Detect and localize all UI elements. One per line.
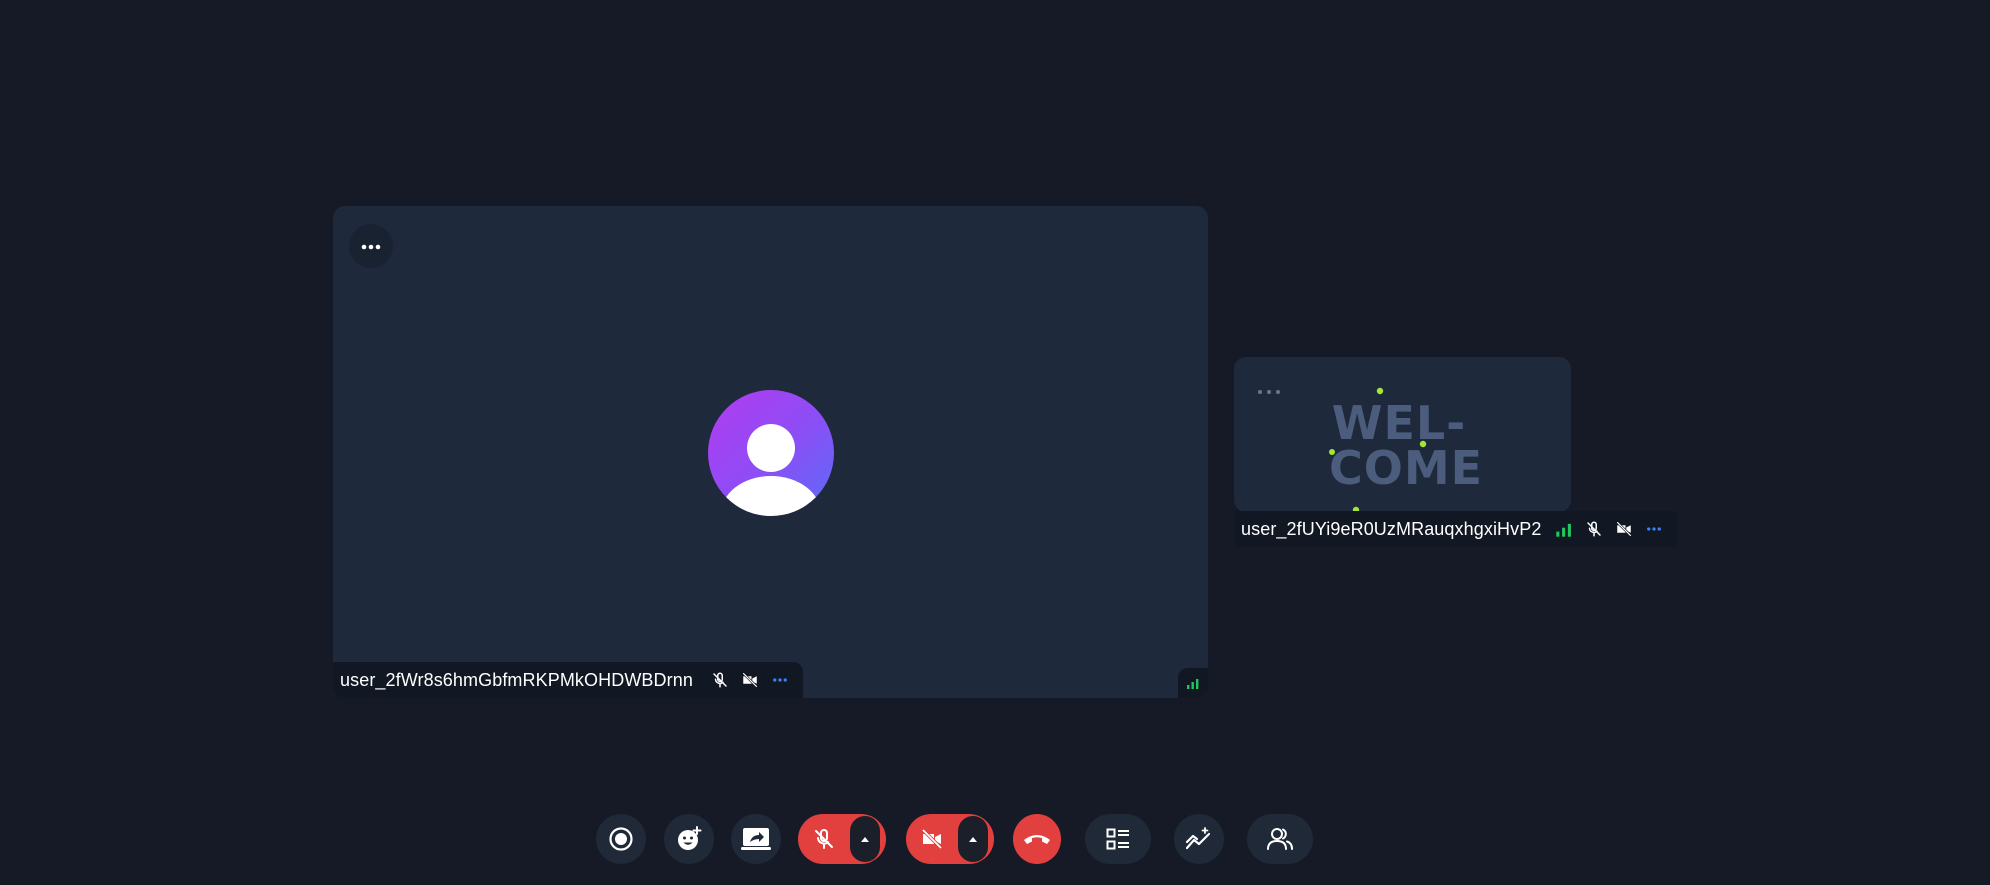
participant-name-bar: user_2fWr8s6hmGbfmRKPMkOHDWBDrnn (333, 662, 803, 698)
microphone-toggle-button[interactable] (798, 814, 850, 864)
caret-up-icon (861, 837, 869, 842)
camera-options-button[interactable] (958, 816, 988, 862)
camera-toggle-button[interactable] (906, 814, 958, 864)
microphone-options-button[interactable] (850, 816, 880, 862)
participant-tile-side[interactable]: WEL- COME (1234, 357, 1571, 512)
confetti-dots (1329, 387, 1427, 512)
participant-more-icon[interactable] (1645, 520, 1663, 538)
phone-hangup-icon (1024, 835, 1050, 844)
participant-name-side: user_2fUYi9eR0UzMRauqxhgxiHvP2 (1241, 518, 1542, 539)
call-stage: user_2fWr8s6hmGbfmRKPMkOHDWBDrnn WEL- CO… (0, 0, 1990, 885)
emoji-add-icon (678, 826, 702, 850)
screen-share-button[interactable] (731, 814, 781, 864)
caret-up-icon (969, 837, 977, 842)
reactions-button[interactable] (664, 814, 714, 864)
signal-icon (1187, 679, 1199, 689)
record-icon (609, 827, 633, 851)
participant-name-bar-side: user_2fUYi9eR0UzMRauqxhgxiHvP2 (1234, 511, 1678, 547)
layout-button[interactable] (1085, 814, 1151, 864)
participant-more-icon[interactable] (771, 671, 789, 689)
more-horizontal-icon[interactable] (1258, 389, 1280, 395)
participant-tile-main[interactable]: user_2fWr8s6hmGbfmRKPMkOHDWBDrnn (333, 206, 1208, 698)
microphone-control (798, 814, 886, 864)
participant-name: user_2fWr8s6hmGbfmRKPMkOHDWBDrnn (340, 669, 693, 690)
mic-off-icon (711, 671, 729, 689)
mic-off-icon (815, 829, 833, 849)
screen-share-icon (741, 828, 771, 850)
mic-off-icon (1585, 520, 1603, 538)
user-icon (721, 424, 821, 516)
welcome-graphic: WEL- COME (1329, 387, 1482, 512)
users-icon (1267, 828, 1293, 850)
video-off-icon (1615, 520, 1633, 538)
leave-call-button[interactable] (1013, 814, 1061, 864)
video-off-icon (741, 671, 759, 689)
signal-icon (1555, 520, 1573, 538)
participants-button[interactable] (1247, 814, 1313, 864)
record-button[interactable] (596, 814, 646, 864)
participant-avatar (708, 390, 834, 516)
more-options-button[interactable] (349, 224, 393, 268)
camera-control (906, 814, 994, 864)
more-horizontal-icon (361, 237, 381, 255)
connection-quality-indicator (1178, 668, 1208, 698)
video-off-icon (921, 828, 943, 850)
chart-sparkle-icon (1185, 827, 1211, 850)
layout-list-icon (1106, 828, 1129, 850)
stats-button[interactable] (1174, 814, 1224, 864)
